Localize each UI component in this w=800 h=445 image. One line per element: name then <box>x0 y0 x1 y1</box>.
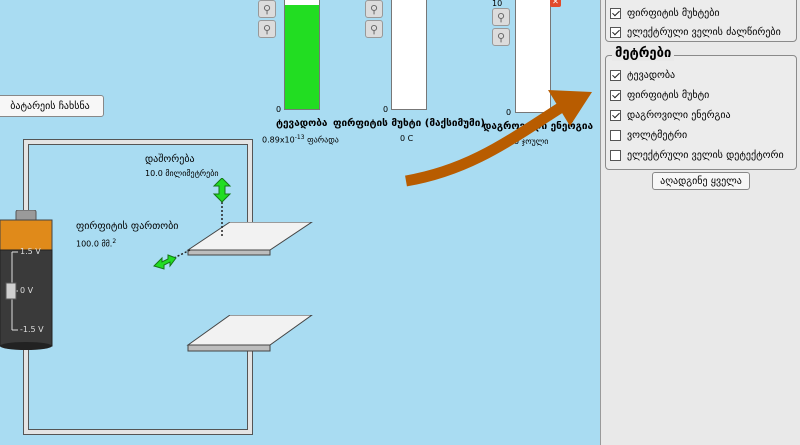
zoom-out-icon[interactable]: ⚲ <box>365 20 383 38</box>
battery-label-top: 1.5 V <box>20 247 41 256</box>
checkbox-field-lines[interactable]: ელექტრული ველის ძალწირები <box>610 23 781 41</box>
zoom-in-icon[interactable]: ⚲ <box>258 0 276 18</box>
separation-value: 10.0 მილიმეტრები <box>145 169 219 178</box>
checkbox-box[interactable] <box>610 109 621 121</box>
capacitance-meter <box>284 0 320 110</box>
capacitance-meter-label: ტევადობა <box>276 118 328 129</box>
checkbox-box[interactable] <box>610 7 621 19</box>
plate-area-value: 100.0 მმ.2 <box>76 238 116 249</box>
checkbox-label: ფირფიტის მუხტები <box>627 7 720 19</box>
checkbox-stored-energy[interactable]: დაგროვილი ენერგია <box>610 106 731 124</box>
control-panel: ფირფიტის მუხტები ელექტრული ველის ძალწირე… <box>600 0 800 445</box>
battery-voltage-slider <box>5 282 17 300</box>
capacitance-value-number: 0.89x10 <box>262 135 295 145</box>
checkbox-box[interactable] <box>610 129 621 141</box>
plate-area-label: ფირფიტის ფართობი <box>76 221 179 232</box>
capacitance-meter-value: 0.89x10-13 ფარადა <box>262 134 339 145</box>
plate-area-drag-handle[interactable] <box>152 246 192 276</box>
disconnect-battery-button[interactable]: ბატარეის ჩახსნა <box>0 95 104 117</box>
capacitance-meter-fill <box>285 4 319 109</box>
checkbox-label: ვოლტმეტრი <box>627 129 688 141</box>
checkbox-capacitance[interactable]: ტევადობა <box>610 66 675 84</box>
checkbox-voltmeter[interactable]: ვოლტმეტრი <box>610 126 687 144</box>
checkbox-box[interactable] <box>610 69 621 81</box>
checkbox-box[interactable] <box>610 149 621 161</box>
checkbox-box[interactable] <box>610 26 621 38</box>
checkbox-plate-charges[interactable]: ფირფიტის მუხტები <box>610 4 720 22</box>
annotation-arrow <box>405 90 592 187</box>
plate-area-number: 100.0 მმ. <box>76 239 113 249</box>
zoom-out-icon[interactable]: ⚲ <box>258 20 276 38</box>
meters-group-title: მეტრები <box>612 46 675 61</box>
energy-meter-top: 10 <box>492 0 503 8</box>
top-plate[interactable] <box>186 222 316 256</box>
battery-label-mid: 0 V <box>20 286 34 295</box>
capacitance-meter-zero: 0 <box>276 105 282 114</box>
view-group: ფირფიტის მუხტები ელექტრული ველის ძალწირე… <box>605 0 797 42</box>
capacitance-value-exponent: -13 <box>294 134 305 141</box>
battery-label-bottom: -1.5 V <box>20 325 44 334</box>
reset-all-button[interactable]: აღადგინე ყველა <box>652 172 750 190</box>
separation-label: დაშორება <box>145 154 195 165</box>
simulation-area: 1.5 V 0 V -1.5 V ბატარეის ჩახსნა დაშორებ… <box>0 0 600 445</box>
checkbox-label: ტევადობა <box>627 69 676 81</box>
meters-group: მეტრები ტევადობა ფირფიტის მუხტი დაგროვილ… <box>605 46 797 170</box>
capacitance-value-unit: ფარადა <box>307 135 339 145</box>
checkbox-label: ელექტრული ველის ძალწირები <box>627 26 781 38</box>
checkbox-label: დაგროვილი ენერგია <box>627 109 731 121</box>
close-icon[interactable]: ✕ <box>550 0 561 7</box>
checkbox-field-detector[interactable]: ელექტრული ველის დეტექტორი <box>610 146 784 164</box>
plate-area-exponent: 2 <box>112 238 117 245</box>
checkbox-plate-charge[interactable]: ფირფიტის მუხტი <box>610 86 709 104</box>
checkbox-box[interactable] <box>610 89 621 101</box>
zoom-in-icon[interactable]: ⚲ <box>365 0 383 18</box>
plate-charge-meter-zero: 0 <box>383 105 389 114</box>
checkbox-label: ელექტრული ველის დეტექტორი <box>627 149 784 161</box>
zoom-in-icon[interactable]: ⚲ <box>492 8 510 26</box>
separation-drag-handle[interactable] <box>212 178 232 238</box>
zoom-out-icon[interactable]: ⚲ <box>492 28 510 46</box>
bottom-plate <box>186 315 313 352</box>
checkbox-label: ფირფიტის მუხტი <box>627 89 710 101</box>
